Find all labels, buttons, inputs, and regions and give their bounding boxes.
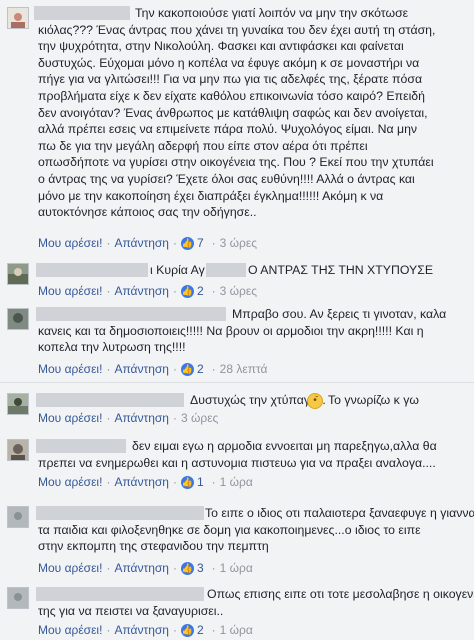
comment-text: Την κακοποιούσε γιατί λοιπόν να μην την … bbox=[135, 6, 409, 20]
comment-actions: Μου αρέσει! · Απάντηση · 👍 2 · 1 ώρα bbox=[38, 623, 253, 637]
like-count[interactable]: 7 bbox=[197, 236, 204, 250]
author-name[interactable] bbox=[36, 506, 204, 520]
avatar[interactable] bbox=[7, 506, 29, 528]
timestamp[interactable]: 1 ώρα bbox=[220, 475, 253, 489]
comment-text: αυτοκτόνησε κάποιος σας την οδήγησε.. bbox=[38, 205, 257, 220]
thumbs-up-icon[interactable]: 👍 bbox=[180, 475, 194, 489]
comment-text: οπωσδήποτε να γυρίσει στην οικογένεια τη… bbox=[38, 155, 434, 170]
author-name[interactable] bbox=[34, 6, 130, 20]
avatar[interactable] bbox=[7, 263, 29, 285]
comment-text: πω δε για την μεγάλη αδερφή που είπε στο… bbox=[38, 138, 368, 153]
mention-blur bbox=[206, 263, 246, 277]
thumbs-up-icon[interactable]: 👍 bbox=[180, 284, 194, 298]
comment-text: την ψυχρότητα, στην Νικολούλη. Φασκει κα… bbox=[38, 39, 404, 54]
author-name[interactable] bbox=[36, 307, 226, 321]
reply-link[interactable]: Απάντηση bbox=[114, 411, 169, 425]
like-count[interactable]: 1 bbox=[197, 475, 204, 489]
comment-text: τα παιδια και φιλοξενηθηκε σε δομη για κ… bbox=[38, 522, 421, 537]
comment-4: Δυστυχώς την χτύπαγε... •̆ Το γνωρίζω κ … bbox=[0, 388, 474, 433]
comment-actions: Μου αρέσει! · Απάντηση · 👍 1 · 1 ώρα bbox=[38, 475, 253, 489]
like-link[interactable]: Μου αρέσει! bbox=[38, 561, 102, 575]
thumbs-up-icon[interactable]: 👍 bbox=[180, 362, 194, 376]
comment-text: αλλά πρέπει εσεις να επιμείνετε πάρα πολ… bbox=[38, 122, 418, 137]
comment-actions: Μου αρέσει! · Απάντηση · 3 ώρες bbox=[38, 411, 219, 425]
timestamp[interactable]: 3 ώρες bbox=[220, 284, 257, 298]
comment-text: δυστυχώς. Εύχομαι μόνο η κοπέλα να έφυγε… bbox=[38, 55, 420, 70]
comment-text: Ο ΑΝΤΡΑΣ ΤΗΣ ΤΗΝ ΧΤΥΠΟΥΣΕ bbox=[248, 263, 434, 277]
like-count[interactable]: 2 bbox=[197, 362, 204, 376]
author-name[interactable] bbox=[36, 263, 148, 277]
comment-text: δεν ειμαι εγω η αρμοδια εννοειται μη παρ… bbox=[132, 439, 437, 453]
avatar[interactable] bbox=[7, 393, 29, 415]
thumbs-up-icon[interactable]: 👍 bbox=[180, 623, 194, 637]
comment-text: Μπραβο σου. Αν ξερεις τι γινοταν, καλα bbox=[232, 307, 447, 321]
like-link[interactable]: Μου αρέσει! bbox=[38, 236, 102, 250]
comment-actions: Μου αρέσει! · Απάντηση · 👍 2 · 28 λεπτά bbox=[38, 362, 268, 376]
comment-actions: Μου αρέσει! · Απάντηση · 👍 3 · 1 ώρα bbox=[38, 561, 253, 575]
timestamp[interactable]: 1 ώρα bbox=[220, 561, 253, 575]
author-name[interactable] bbox=[36, 439, 126, 453]
like-link[interactable]: Μου αρέσει! bbox=[38, 623, 102, 637]
thumbs-up-icon[interactable]: 👍 bbox=[180, 236, 194, 250]
timestamp[interactable]: 28 λεπτά bbox=[220, 362, 268, 376]
comment-text: κιόλας??? Ένας άντρας που χάνει τη γυναί… bbox=[38, 22, 436, 37]
avatar[interactable] bbox=[7, 7, 29, 29]
comment-text: στην εκπομπη της στεφανιδου την πεμπτη bbox=[38, 539, 269, 554]
comment-text: προβλήματα είχε κ δεν είχατε καθόλου επι… bbox=[38, 89, 425, 103]
comment-text: ι Κυρία Αγ bbox=[150, 263, 205, 277]
worried-face-icon: •̆ bbox=[307, 393, 323, 409]
comment-text: Το ειπε ο ιδιος οτι παλαιοτερα ξαναεφυγε… bbox=[205, 506, 474, 520]
like-count[interactable]: 2 bbox=[197, 284, 204, 298]
reply-link[interactable]: Απάντηση bbox=[114, 475, 169, 489]
comment-text: ο άντρας της να γυρίσει? Έχετε όλοι σας … bbox=[38, 172, 415, 186]
comment-text: της για να πειστει να ξαναγυρισει.. bbox=[38, 603, 224, 618]
like-link[interactable]: Μου αρέσει! bbox=[38, 475, 102, 489]
comment-7: Οπως επισης ειπε οτι τοτε μεσολαβησε η ο… bbox=[0, 584, 474, 640]
comment-text: πρεπει να ενημερωθει και η αστυνομια πισ… bbox=[38, 455, 436, 470]
comment-3: Μπραβο σου. Αν ξερεις τι γινοταν, καλα κ… bbox=[0, 305, 474, 380]
comment-text: κανεις και τα δημοσιοποιεις!!!!! Να βρου… bbox=[38, 323, 424, 338]
avatar[interactable] bbox=[7, 308, 29, 330]
comment-text: κοπελα την λυτρωση της!!!! bbox=[38, 340, 186, 355]
comment-text: δεν ανοιγόταν? Ένας άνθρωπος με κατάθλιψ… bbox=[38, 105, 428, 120]
avatar[interactable] bbox=[7, 587, 29, 609]
divider bbox=[0, 382, 474, 383]
like-link[interactable]: Μου αρέσει! bbox=[38, 411, 102, 425]
comment-1: Την κακοποιούσε γιατί λοιπόν να μην την … bbox=[0, 0, 474, 260]
comment-actions: Μου αρέσει! · Απάντηση · 👍 7 · 3 ώρες bbox=[38, 236, 258, 250]
comment-text: πήγε για να γλιτώσει!!! Για να μην πω γι… bbox=[38, 72, 423, 87]
like-link[interactable]: Μου αρέσει! bbox=[38, 284, 102, 298]
comment-text: Οπως επισης ειπε οτι τοτε μεσολαβησε η ο… bbox=[207, 587, 474, 601]
timestamp[interactable]: 1 ώρα bbox=[220, 623, 253, 637]
thumbs-up-icon[interactable]: 👍 bbox=[180, 561, 194, 575]
timestamp[interactable]: 3 ώρες bbox=[220, 236, 257, 250]
reply-link[interactable]: Απάντηση bbox=[114, 623, 169, 637]
author-name[interactable] bbox=[36, 393, 184, 407]
comment-text: Δυστυχώς την χτύπαγε... bbox=[190, 393, 326, 407]
author-name[interactable] bbox=[36, 587, 204, 601]
reply-link[interactable]: Απάντηση bbox=[114, 362, 169, 376]
like-count[interactable]: 3 bbox=[197, 561, 204, 575]
reply-link[interactable]: Απάντηση bbox=[114, 236, 169, 250]
comment-text: Το γνωρίζω κ γω bbox=[328, 393, 419, 407]
like-count[interactable]: 2 bbox=[197, 623, 204, 637]
comment-2: ι Κυρία Αγ Ο ΑΝΤΡΑΣ ΤΗΣ ΤΗΝ ΧΤΥΠΟΥΣΕ Μου… bbox=[0, 260, 474, 305]
timestamp[interactable]: 3 ώρες bbox=[181, 411, 218, 425]
reply-link[interactable]: Απάντηση bbox=[114, 561, 169, 575]
reply-link[interactable]: Απάντηση bbox=[114, 284, 169, 298]
comment-5: δεν ειμαι εγω η αρμοδια εννοειται μη παρ… bbox=[0, 436, 474, 496]
comment-6: Το ειπε ο ιδιος οτι παλαιοτερα ξαναεφυγε… bbox=[0, 503, 474, 583]
comment-actions: Μου αρέσει! · Απάντηση · 👍 2 · 3 ώρες bbox=[38, 284, 258, 298]
avatar[interactable] bbox=[7, 439, 29, 461]
comment-text: μόνο με την κακοποίηση έχει διαπράξει έγ… bbox=[38, 188, 384, 203]
like-link[interactable]: Μου αρέσει! bbox=[38, 362, 102, 376]
